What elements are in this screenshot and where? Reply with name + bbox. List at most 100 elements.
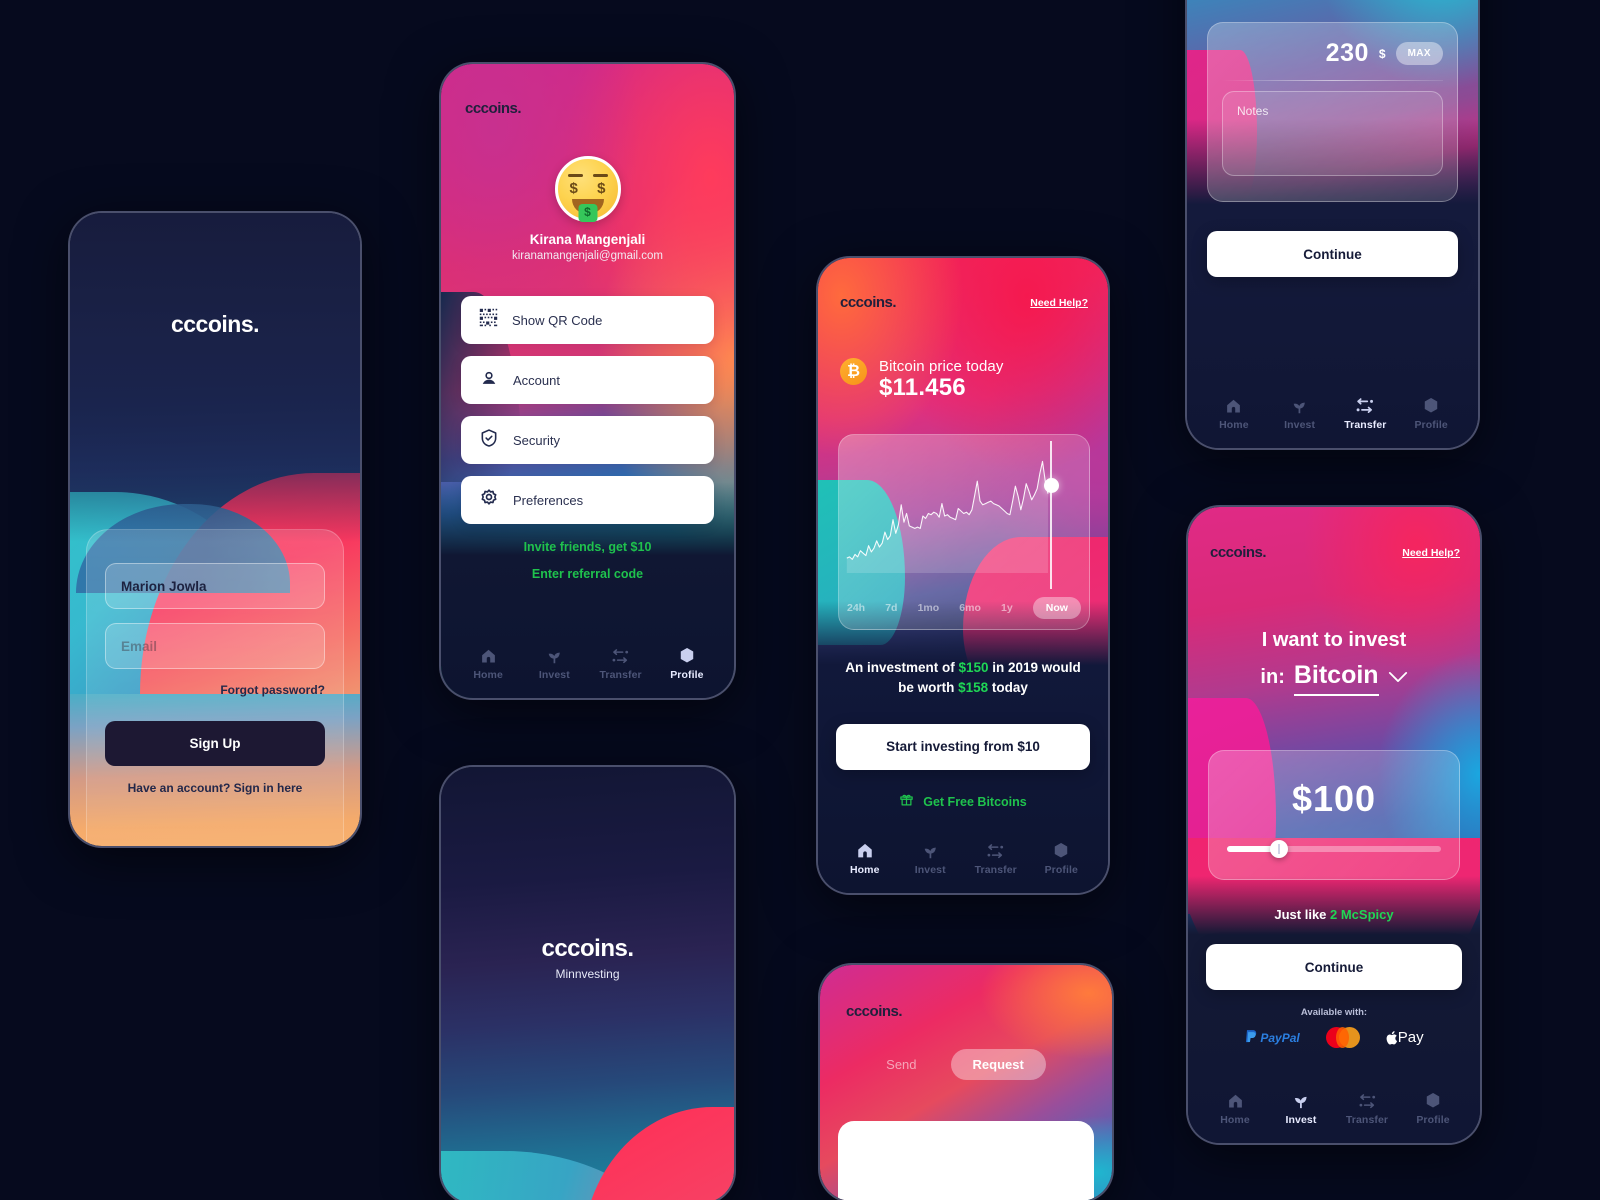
- stat-prefix: An investment of: [845, 660, 959, 675]
- nav-label: Invest: [1285, 1114, 1317, 1126]
- mastercard-logo[interactable]: [1325, 1027, 1360, 1048]
- nav-label: Home: [473, 668, 503, 681]
- nav-label: Profile: [1044, 864, 1078, 876]
- send-screen-body: cccoins. Send Request: [820, 965, 1112, 1200]
- signup-button[interactable]: Sign Up: [105, 721, 325, 766]
- nav-label: Transfer: [1345, 1113, 1389, 1126]
- notes-input[interactable]: Notes: [1222, 91, 1443, 176]
- menu-label: Show QR Code: [512, 312, 603, 328]
- tab-send[interactable]: Send: [886, 1057, 916, 1072]
- chevron-down-icon[interactable]: [1388, 664, 1408, 691]
- range-1mo[interactable]: 1mo: [918, 602, 940, 614]
- nav-item-home[interactable]: Home: [1201, 398, 1267, 431]
- chart-cursor-dot: [1044, 478, 1059, 493]
- nav-item-profile[interactable]: Profile: [654, 647, 720, 681]
- range-7d[interactable]: 7d: [885, 602, 897, 614]
- send-brand: cccoins.: [846, 1003, 903, 1020]
- continue-button[interactable]: Continue: [1207, 231, 1458, 277]
- menu-item-preferences[interactable]: Preferences: [461, 476, 714, 524]
- range-24h[interactable]: 24h: [847, 602, 865, 614]
- invest-headline-line1: I want to invest: [1261, 629, 1407, 651]
- nav-item-profile[interactable]: Profile: [1398, 397, 1464, 431]
- nav-item-transfer[interactable]: Transfer: [588, 648, 654, 681]
- forgot-password-link[interactable]: Forgot password?: [105, 683, 325, 697]
- profile-screen-body: cccoins. $ $ $ Kirana Mangenjali kiranam…: [441, 64, 734, 698]
- user-icon: [479, 368, 499, 393]
- need-help-link[interactable]: Need Help?: [1402, 547, 1460, 559]
- investment-stat: An investment of $150 in 2019 would be w…: [836, 658, 1090, 699]
- avatar-brow-right: [592, 174, 608, 177]
- chart-range-selector[interactable]: 24h 7d 1mo 6mo 1y Now: [847, 597, 1081, 619]
- range-6mo[interactable]: 6mo: [959, 602, 981, 614]
- menu-label: Preferences: [513, 492, 584, 508]
- nav-item-transfer[interactable]: Transfer: [1334, 1093, 1400, 1126]
- nav-item-transfer[interactable]: Transfer: [963, 843, 1029, 876]
- paypal-logo[interactable]: PayPal: [1244, 1030, 1300, 1045]
- invest-amount-slider[interactable]: [1227, 840, 1441, 858]
- menu-item-account[interactable]: Account: [461, 356, 714, 404]
- apple-pay-label: Pay: [1397, 1029, 1424, 1046]
- invite-friends-link[interactable]: Invite friends, get $10: [461, 540, 714, 554]
- name-input[interactable]: Marion Jowla: [105, 563, 325, 609]
- slider-knob[interactable]: [1269, 840, 1288, 858]
- avatar-eye-right: $: [597, 180, 606, 197]
- menu-item-show-qr-code[interactable]: Show QR Code: [461, 296, 714, 344]
- avatar-brow-left: [567, 174, 583, 177]
- gear-icon: [479, 488, 499, 513]
- amount-value[interactable]: 230: [1326, 39, 1369, 68]
- signup-form-panel: Marion Jowla Email Forgot password? Sign…: [86, 529, 344, 846]
- get-free-bitcoins-label: Get Free Bitcoins: [923, 794, 1027, 809]
- nav-label: Invest: [1284, 418, 1316, 431]
- nav-label: Transfer: [599, 668, 642, 681]
- stat-worth: $158: [958, 680, 989, 696]
- nav-item-invest[interactable]: Invest: [1268, 1092, 1334, 1126]
- invest-asset-value[interactable]: Bitcoin: [1293, 659, 1379, 696]
- need-help-link[interactable]: Need Help?: [1030, 297, 1088, 309]
- menu-label: Account: [513, 372, 560, 388]
- stat-mid2: be worth: [898, 680, 959, 696]
- apple-pay-logo[interactable]: Pay: [1386, 1029, 1424, 1046]
- continue-button[interactable]: Continue: [1206, 944, 1462, 990]
- referral-code-link[interactable]: Enter referral code: [461, 567, 714, 581]
- nav-label: Profile: [670, 669, 704, 681]
- nav-item-invest[interactable]: Invest: [1267, 398, 1333, 431]
- email-input[interactable]: Email: [105, 623, 325, 669]
- nav-item-home[interactable]: Home: [455, 648, 521, 681]
- invest-asset-selector[interactable]: in: Bitcoin: [1204, 659, 1464, 696]
- price-chart-card[interactable]: 24h 7d 1mo 6mo 1y Now: [838, 434, 1090, 630]
- max-button[interactable]: MAX: [1395, 42, 1443, 65]
- tab-request[interactable]: Request: [950, 1049, 1046, 1080]
- nav-item-home[interactable]: Home: [832, 842, 898, 876]
- menu-label: Security: [513, 432, 560, 448]
- screen-profile: cccoins. $ $ $ Kirana Mangenjali kiranam…: [439, 62, 736, 700]
- profile-user-name: Kirana Mangenjali: [529, 232, 646, 247]
- comparison-prefix: Just like: [1274, 907, 1331, 922]
- profile-user-email: kiranamangenjali@gmail.com: [511, 250, 664, 262]
- start-investing-button[interactable]: Start investing from $10: [836, 723, 1090, 770]
- signin-link[interactable]: Have an account? Sign in here: [105, 781, 325, 795]
- qr-code-icon: [479, 308, 498, 332]
- nav-item-home[interactable]: Home: [1202, 1093, 1268, 1126]
- chart-cursor-line: [1050, 441, 1052, 589]
- gift-icon: [899, 792, 914, 812]
- bitcoin-screen-body: cccoins. Need Help? ₿ Bitcoin price toda…: [818, 258, 1108, 893]
- nav-item-profile[interactable]: Profile: [1029, 842, 1095, 876]
- range-now[interactable]: Now: [1032, 597, 1081, 619]
- range-1y[interactable]: 1y: [1001, 602, 1013, 614]
- nav-item-invest[interactable]: Invest: [898, 843, 964, 876]
- payment-methods: PayPal Pay: [1206, 1027, 1462, 1048]
- splash-brand: cccoins.: [541, 935, 634, 962]
- stat-amount: $150: [958, 660, 989, 675]
- nav-label: Home: [1219, 418, 1249, 431]
- shield-check-icon: [479, 428, 499, 453]
- screen-splash: cccoins. Minnvesting: [439, 765, 736, 1200]
- nav-item-transfer[interactable]: Transfer: [1333, 397, 1399, 431]
- send-white-sheet: [838, 1121, 1094, 1200]
- get-free-bitcoins-link[interactable]: Get Free Bitcoins: [836, 792, 1090, 812]
- nav-label: Transfer: [974, 863, 1017, 876]
- menu-item-security[interactable]: Security: [461, 416, 714, 464]
- nav-item-invest[interactable]: Invest: [521, 648, 587, 681]
- available-with-label: Available with:: [1300, 1007, 1368, 1018]
- nav-item-profile[interactable]: Profile: [1400, 1092, 1466, 1126]
- signup-screen-body: cccoins. Marion Jowla Email Forgot passw…: [70, 213, 360, 846]
